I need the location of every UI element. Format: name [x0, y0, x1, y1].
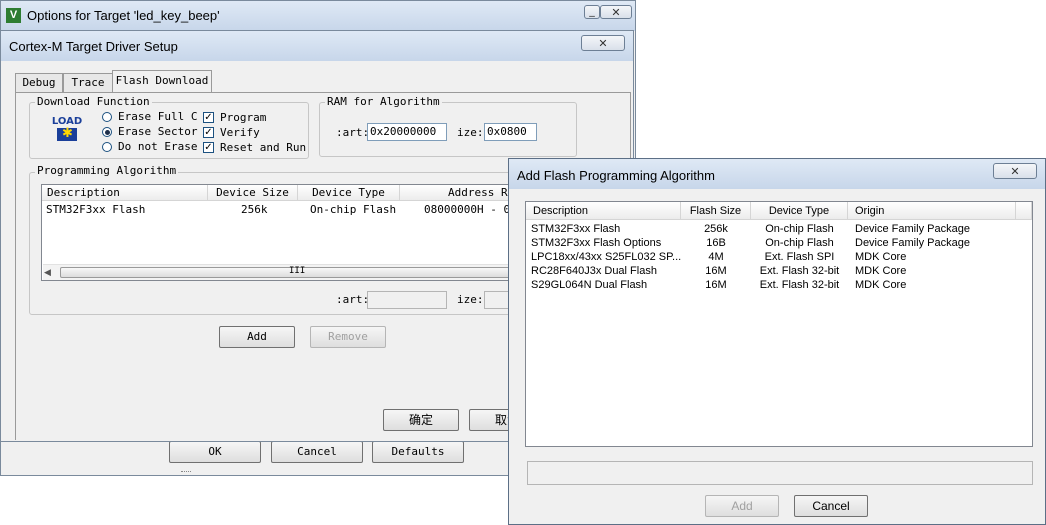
ok-button[interactable]: OK — [169, 441, 261, 463]
programming-algorithm-label: Programming Algorithm — [35, 164, 179, 177]
row-origin: MDK Core — [855, 265, 907, 277]
erase-sector-radio[interactable] — [102, 127, 112, 137]
row-description: STM32F3xx Flash — [46, 203, 146, 216]
uvision-app-icon: V — [6, 8, 21, 23]
ram-for-algorithm-label: RAM for Algorithm — [325, 95, 442, 108]
row-description: LPC18xx/43xx S25FL032 SP... — [531, 251, 682, 263]
options-scroll-hint — [181, 471, 191, 475]
erase-sector-label: Erase Sector — [118, 125, 198, 138]
row-device-type: Ext. Flash SPI — [764, 251, 835, 263]
erase-full-chip-label: Erase Full C — [118, 110, 198, 123]
erase-full-chip-radio[interactable] — [102, 112, 112, 122]
close-icon[interactable]: ✕ — [993, 163, 1037, 179]
reset-and-run-label: Reset and Run — [220, 141, 307, 154]
close-icon[interactable]: ✕ — [581, 35, 625, 51]
scroll-grip-icon: III — [289, 266, 306, 276]
do-not-erase-label: Do not Erase — [118, 140, 198, 153]
row-flash-size: 16B — [706, 237, 726, 249]
load-icon: LOAD ✱ — [51, 116, 83, 146]
row-description: RC28F640J3x Dual Flash — [531, 265, 657, 277]
scrollbar-thumb[interactable]: III — [60, 266, 530, 278]
column-device-type[interactable]: Device Type — [298, 185, 400, 201]
ram-size-label: ize: — [457, 126, 484, 139]
column-device-size[interactable]: Device Size — [208, 185, 298, 201]
row-device-size: 256k — [241, 203, 268, 216]
row-origin: MDK Core — [855, 279, 907, 291]
reset-and-run-checkbox[interactable]: ✓ — [203, 142, 214, 153]
algo-start-label: :art: — [336, 293, 370, 306]
row-origin: Device Family Package — [855, 223, 970, 235]
do-not-erase-radio[interactable] — [102, 142, 112, 152]
column-flash-size[interactable]: Flash Size — [681, 202, 751, 220]
column-device-type[interactable]: Device Type — [751, 202, 848, 220]
row-device-type: On-chip Flash — [765, 237, 834, 249]
algorithm-details-field — [527, 461, 1033, 485]
tab-flash-download[interactable]: Flash Download — [112, 70, 212, 93]
row-flash-size: 4M — [708, 251, 724, 263]
table-row[interactable]: STM32F3xx Flash Options 16B On-chip Flas… — [526, 237, 1032, 251]
column-description[interactable]: Description — [42, 185, 208, 201]
table-row[interactable]: LPC18xx/43xx S25FL032 SP... 4M Ext. Flas… — [526, 251, 1032, 265]
row-origin: Device Family Package — [855, 237, 970, 249]
ram-start-input[interactable]: 0x20000000 — [367, 123, 447, 141]
column-filler — [1016, 202, 1032, 220]
close-icon[interactable]: ✕ — [600, 5, 632, 19]
cancel-button[interactable]: Cancel — [794, 495, 868, 517]
row-device-type: On-chip Flash — [310, 203, 397, 216]
table-row[interactable]: S29GL064N Dual Flash 16M Ext. Flash 32-b… — [526, 279, 1032, 293]
row-description: STM32F3xx Flash Options — [531, 237, 662, 249]
table-row[interactable]: STM32F3xx Flash 256k On-chip Flash Devic… — [526, 223, 1032, 237]
cancel-button[interactable]: Cancel — [271, 441, 363, 463]
program-checkbox[interactable]: ✓ — [203, 112, 214, 123]
add-algorithm-button[interactable]: Add — [219, 326, 295, 348]
row-flash-size: 16M — [705, 265, 727, 277]
row-flash-size: 16M — [705, 279, 727, 291]
load-icon-star: ✱ — [62, 125, 73, 140]
verify-checkbox[interactable]: ✓ — [203, 127, 214, 138]
row-origin: MDK Core — [855, 251, 907, 263]
ram-start-label: :art: — [336, 126, 370, 139]
remove-algorithm-button[interactable]: Remove — [310, 326, 386, 348]
row-device-type: Ext. Flash 32-bit — [759, 265, 840, 277]
verify-label: Verify — [220, 126, 260, 139]
row-device-type: Ext. Flash 32-bit — [759, 279, 840, 291]
driver-window-title: Cortex-M Target Driver Setup — [9, 39, 178, 54]
confirm-button[interactable]: 确定 — [383, 409, 459, 431]
algo-start-input[interactable] — [367, 291, 447, 309]
flash-algorithm-list[interactable]: Description Flash Size Device Type Origi… — [525, 201, 1033, 447]
row-flash-size: 256k — [704, 223, 728, 235]
row-device-type: On-chip Flash — [765, 223, 834, 235]
options-titlebar[interactable]: V Options for Target 'led_key_beep' _ ✕ — [1, 1, 635, 31]
add-flash-window-title: Add Flash Programming Algorithm — [517, 168, 715, 183]
driver-titlebar[interactable]: Cortex-M Target Driver Setup ✕ — [1, 31, 633, 61]
add-button[interactable]: Add — [705, 495, 779, 517]
tab-debug[interactable]: Debug — [15, 73, 63, 92]
add-flash-algorithm-window: Add Flash Programming Algorithm ✕ Descri… — [508, 158, 1046, 525]
table-row[interactable]: RC28F640J3x Dual Flash 16M Ext. Flash 32… — [526, 265, 1032, 279]
algo-size-label: ize: — [457, 293, 484, 306]
minimize-button[interactable]: _ — [584, 5, 600, 19]
options-window-title: Options for Target 'led_key_beep' — [27, 8, 220, 23]
add-flash-titlebar[interactable]: Add Flash Programming Algorithm ✕ — [509, 159, 1045, 189]
row-description: S29GL064N Dual Flash — [531, 279, 648, 291]
column-origin[interactable]: Origin — [848, 202, 1016, 220]
program-label: Program — [220, 111, 267, 124]
column-description[interactable]: Description — [526, 202, 681, 220]
tab-trace[interactable]: Trace — [63, 73, 113, 92]
tab-bar: Debug Trace Flash Download — [15, 70, 629, 93]
download-function-label: Download Function — [35, 95, 152, 108]
ram-size-input[interactable]: 0x0800 — [484, 123, 537, 141]
defaults-button[interactable]: Defaults — [372, 441, 464, 463]
scroll-left-icon[interactable]: ◀ — [44, 267, 51, 278]
row-description: STM32F3xx Flash — [531, 223, 621, 235]
